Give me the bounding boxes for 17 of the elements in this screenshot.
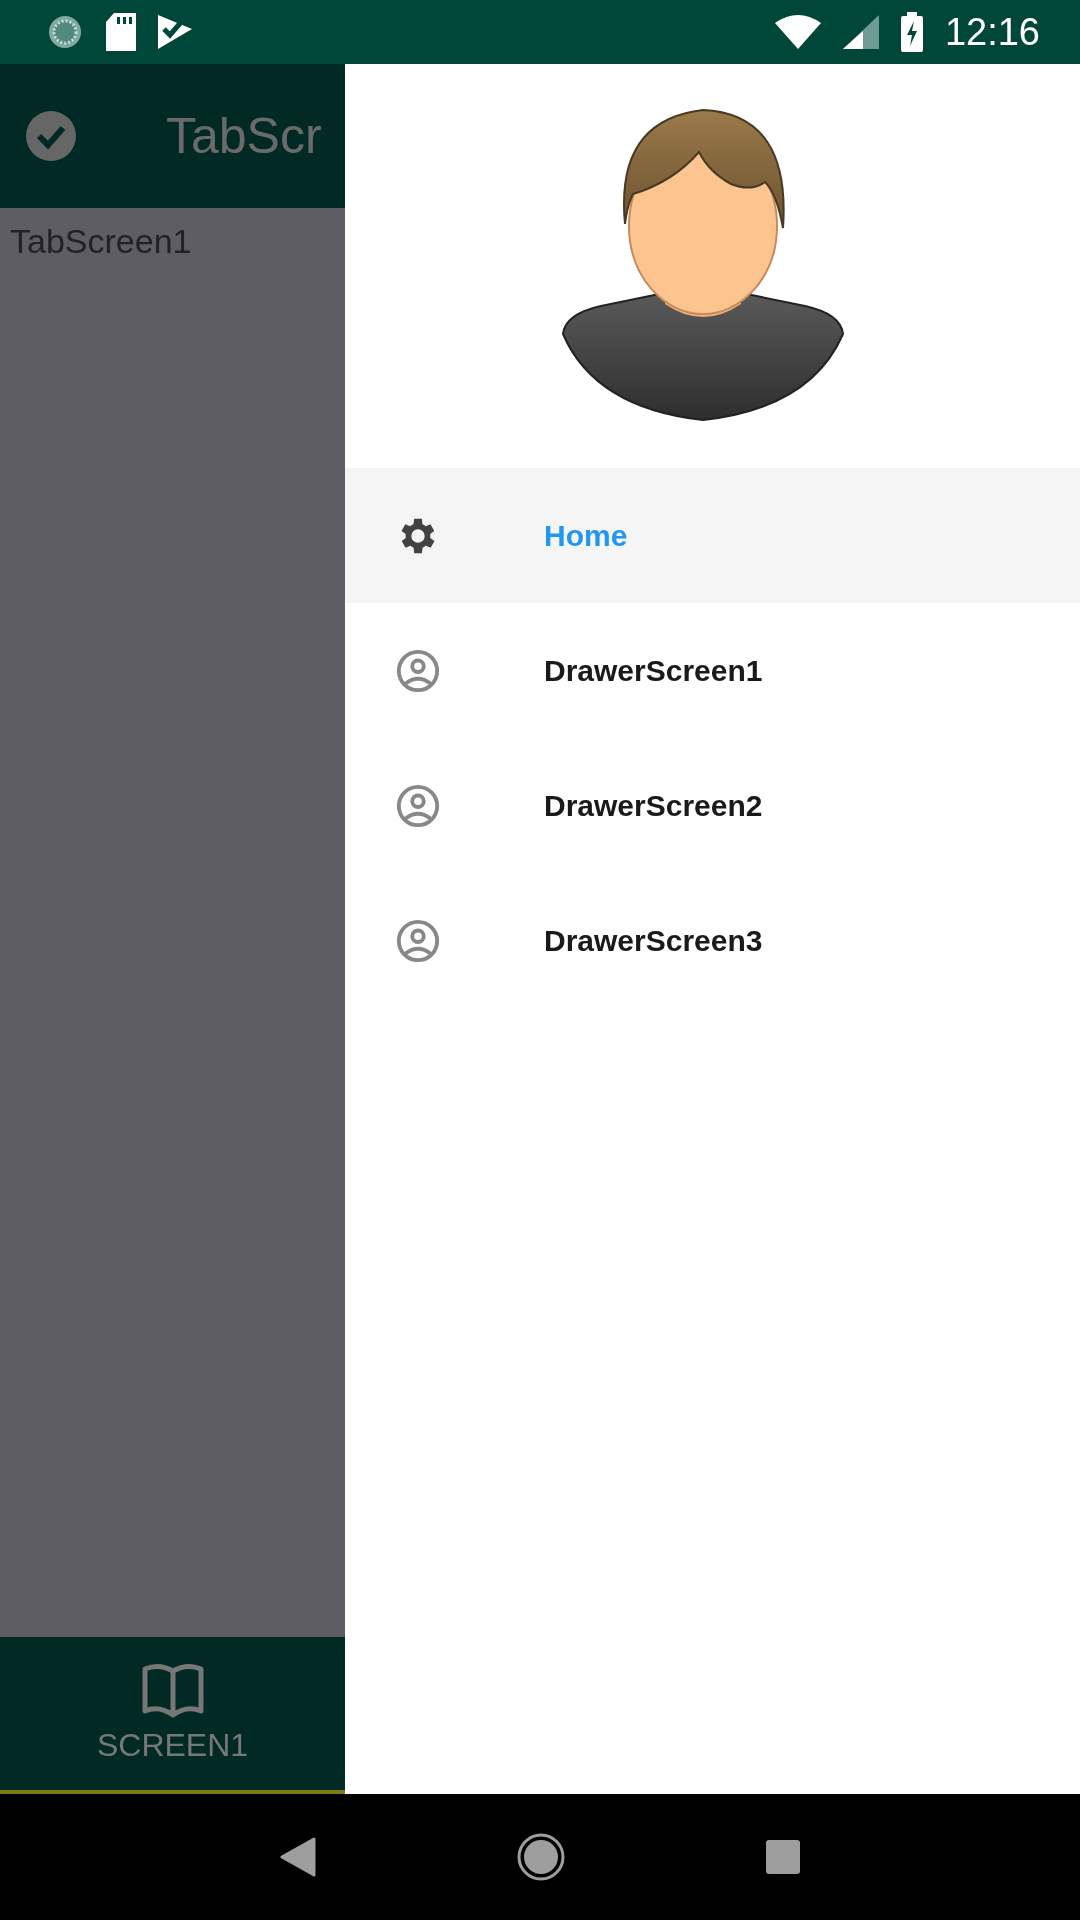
screen-text: TabScreen1	[10, 222, 192, 261]
battery-charging-icon	[900, 12, 923, 52]
account-icon	[395, 917, 441, 964]
sd-card-icon	[106, 13, 136, 51]
check-circle-icon[interactable]	[26, 111, 76, 161]
book-icon	[140, 1663, 205, 1719]
account-icon	[395, 782, 441, 829]
home-icon[interactable]	[517, 1833, 565, 1881]
app-title: TabScr	[166, 107, 322, 165]
clock-time: 12:16	[944, 10, 1040, 54]
back-icon[interactable]	[280, 1837, 317, 1877]
recents-icon[interactable]	[765, 1840, 800, 1874]
task-check-icon	[158, 15, 192, 49]
wifi-icon	[774, 15, 821, 49]
account-icon	[395, 647, 441, 694]
loading-icon	[46, 13, 84, 51]
signal-icon	[842, 15, 879, 49]
